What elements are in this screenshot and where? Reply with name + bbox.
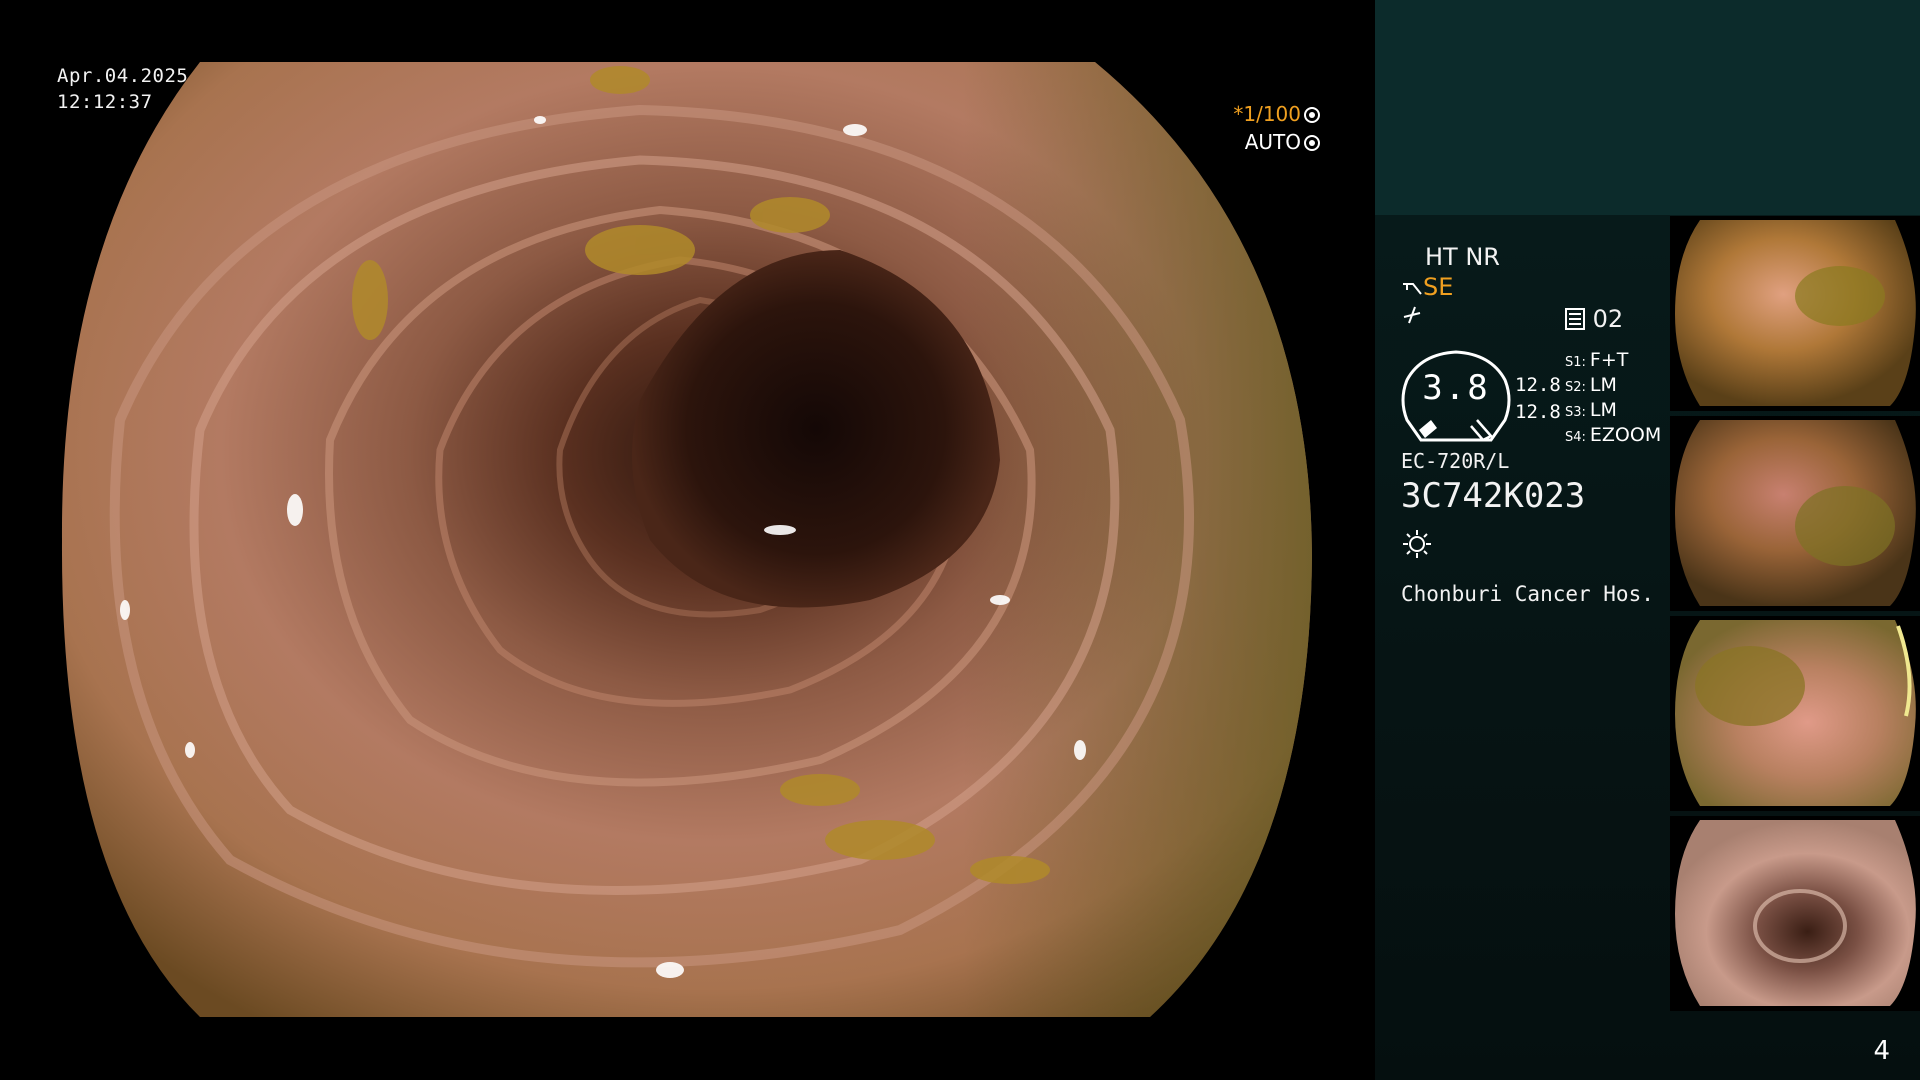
contrast-row [1401, 303, 1423, 331]
color-mode-icon [1565, 308, 1585, 330]
date-time-stamp: Apr.04.2025 12:12:37 [57, 63, 188, 115]
thumbnail[interactable] [1670, 216, 1920, 411]
color-mode-row: 02 [1565, 305, 1623, 333]
color-mode-value: 02 [1592, 305, 1624, 333]
structure-enhance-value: SE [1423, 273, 1454, 301]
page-number: 4 [1873, 1036, 1890, 1066]
iris-mode: AUTO [1244, 130, 1301, 154]
preset-row-s4: S4: EZOOM [1565, 424, 1662, 446]
preset-row-s1: S1: F+T [1565, 349, 1629, 371]
aperture-icon [1304, 107, 1320, 123]
thumbnail[interactable] [1670, 616, 1920, 811]
preset-row-s3: S3: LM [1565, 399, 1617, 421]
structure-enhance-icon [1403, 283, 1422, 295]
light-row [1401, 528, 1433, 566]
date-text: Apr.04.2025 [57, 65, 189, 87]
iris-icon [1304, 135, 1320, 151]
hospital-name: Chonburi Cancer Hos. [1401, 582, 1654, 606]
contrast-icon [1403, 306, 1421, 324]
gauge-side-values: 12.8 12.8 [1515, 372, 1561, 426]
thumbnail[interactable] [1670, 816, 1920, 1011]
switch-presets: S1: F+T S2: LM S3: LM S4: EZOOM [1565, 348, 1661, 448]
processing-mode: HT NR [1425, 243, 1500, 271]
endoscope-view: Apr.04.2025 12:12:37 *1/100 AUTO [0, 0, 1375, 1080]
side-value-1: 12.8 [1515, 374, 1561, 396]
scope-serial: 3C742K023 [1401, 476, 1586, 516]
exposure-readout: *1/100 AUTO [1233, 100, 1320, 156]
gauge-value: 3.8 [1422, 368, 1490, 408]
light-icon [1403, 530, 1431, 558]
endoscopic-image [61, 62, 1313, 1017]
structure-enhance-row: SE [1401, 273, 1453, 301]
side-value-2: 12.8 [1515, 401, 1561, 423]
thumbnail[interactable] [1670, 416, 1920, 611]
thumbnail-strip [1670, 216, 1920, 1016]
panel-header-band [1375, 0, 1920, 215]
preset-row-s2: S2: LM [1565, 374, 1617, 396]
shutter-speed: *1/100 [1233, 102, 1301, 126]
gauge: 3.8 [1399, 350, 1513, 442]
time-text: 12:12:37 [57, 91, 153, 113]
scope-model: EC-720R/L [1401, 449, 1510, 473]
